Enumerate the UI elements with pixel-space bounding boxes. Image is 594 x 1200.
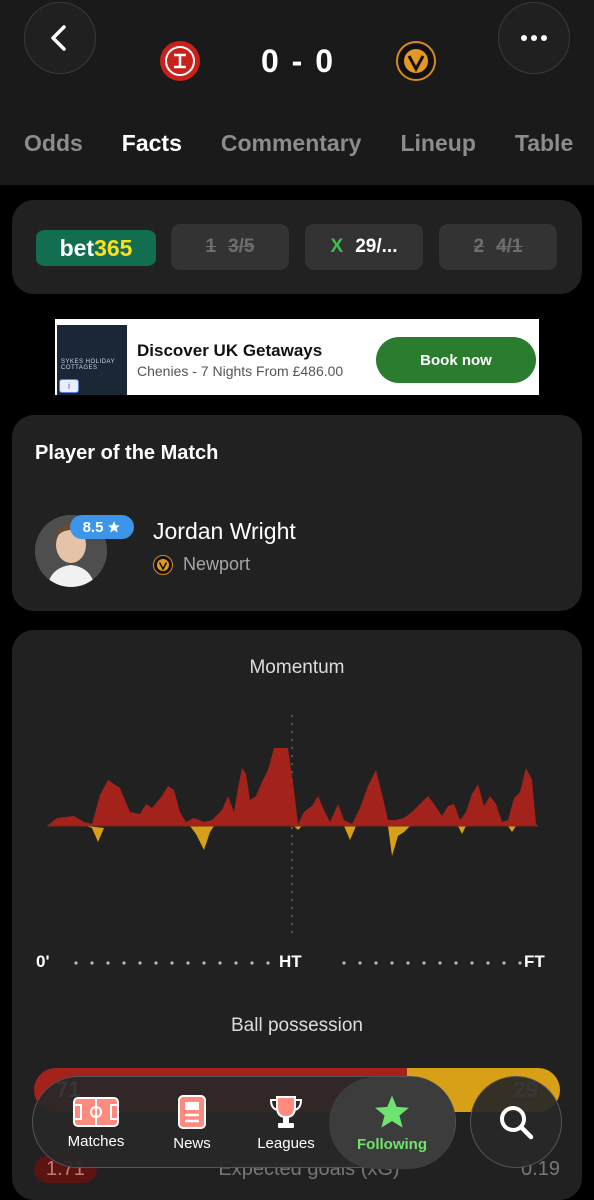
match-header: 0 - 0 Odds Facts Commentary Lineup Table: [0, 0, 594, 185]
score-row: 0 - 0: [160, 38, 436, 84]
home-momentum-area: [47, 748, 538, 826]
chevron-left-icon: [51, 25, 66, 51]
axis-start-label: 0': [36, 952, 50, 971]
news-icon: [178, 1094, 206, 1129]
player-name: Jordan Wright: [153, 518, 296, 544]
tab-facts[interactable]: Facts: [122, 130, 182, 157]
ad-info-icon[interactable]: i: [59, 379, 79, 393]
ad-image: SYKES HOLIDAY COTTAGES i: [57, 325, 127, 395]
ad-book-now-button[interactable]: Book now: [376, 337, 536, 383]
search-icon: [500, 1106, 534, 1140]
tab-odds[interactable]: Odds: [24, 130, 83, 157]
axis-end-label: FT: [524, 952, 545, 971]
nav-leagues[interactable]: Leagues: [241, 1077, 331, 1169]
newport-crest-icon: [396, 41, 436, 81]
player-rating-badge: 8.5: [70, 515, 134, 539]
momentum-axis: 0' HT FT: [36, 952, 556, 976]
back-button[interactable]: [24, 2, 96, 74]
momentum-title: Momentum: [249, 657, 345, 678]
odds-draw-button[interactable]: X 29/...: [305, 224, 423, 270]
possession-title: Ball possession: [230, 1015, 364, 1036]
axis-dots: [74, 961, 522, 965]
away-team-crest[interactable]: [396, 41, 436, 81]
odds-card: bet 365 1 3/5 X 29/... 2 4/1: [12, 200, 582, 294]
ad-banner[interactable]: SYKES HOLIDAY COTTAGES i Discover UK Get…: [55, 319, 539, 395]
fleetwood-crest-icon: [161, 42, 199, 80]
star-icon: [375, 1095, 409, 1128]
tab-table[interactable]: Table: [515, 130, 573, 157]
trophy-icon: [269, 1095, 303, 1128]
odds-home-button[interactable]: 1 3/5: [171, 224, 289, 270]
away-momentum-area: [86, 826, 516, 856]
search-button[interactable]: [470, 1076, 562, 1168]
ad-subtitle: Chenies - 7 Nights From £486.00: [137, 363, 344, 379]
star-icon: [108, 521, 121, 533]
tab-commentary[interactable]: Commentary: [221, 130, 362, 157]
match-tabs: Odds Facts Commentary Lineup Table: [24, 130, 594, 157]
bet365-logo[interactable]: bet 365: [36, 230, 156, 266]
player-team: Newport: [153, 554, 250, 575]
potm-title: Player of the Match: [35, 442, 219, 464]
nav-news[interactable]: News: [157, 1077, 227, 1169]
home-team-crest[interactable]: [160, 41, 200, 81]
match-score: 0 - 0: [260, 42, 336, 79]
more-icon: [521, 35, 547, 41]
nav-matches[interactable]: Matches: [51, 1077, 141, 1169]
tab-lineup[interactable]: Lineup: [400, 130, 475, 157]
ad-title: Discover UK Getaways: [137, 341, 323, 360]
newport-crest-icon: [153, 554, 173, 575]
bottom-nav: Matches News Leagues Following: [32, 1076, 456, 1169]
axis-half-label: HT: [279, 952, 302, 971]
pitch-icon: [73, 1096, 119, 1127]
more-options-button[interactable]: [498, 2, 570, 74]
momentum-graph[interactable]: [12, 700, 582, 940]
odds-away-button[interactable]: 2 4/1: [439, 224, 557, 270]
player-of-match-card[interactable]: Player of the Match 8.5 Jordan Wright Ne…: [12, 415, 582, 611]
nav-following[interactable]: Following: [329, 1077, 455, 1169]
